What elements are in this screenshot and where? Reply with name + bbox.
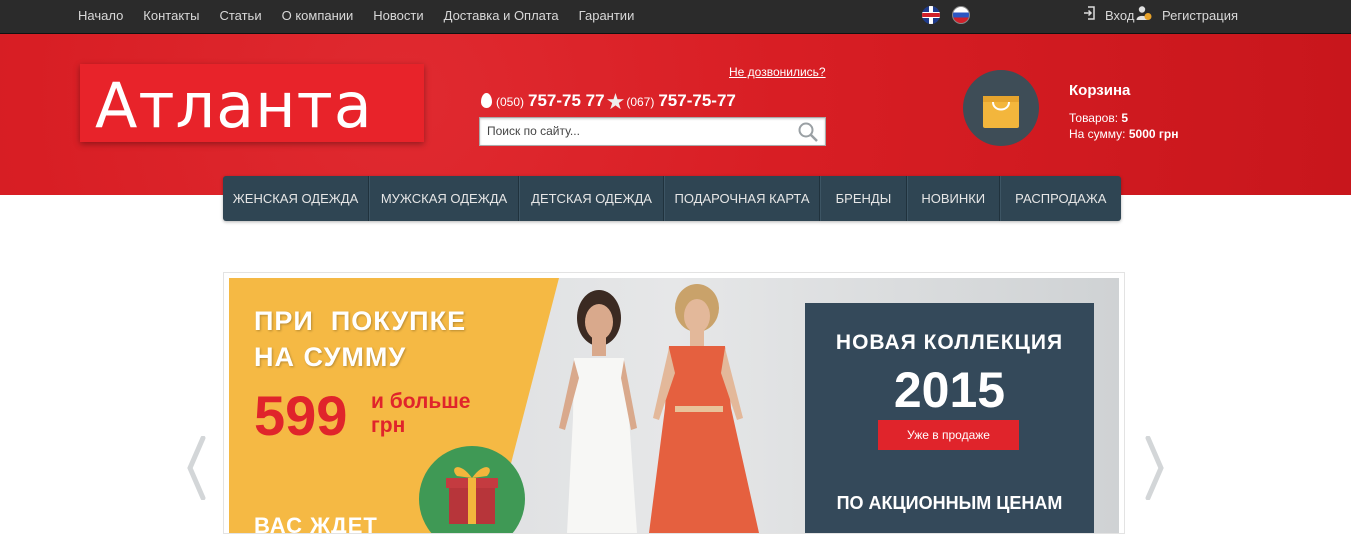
nav-brands[interactable]: БРЕНДЫ xyxy=(820,176,907,221)
operator-egg-icon xyxy=(481,93,492,108)
collection-year: 2015 xyxy=(893,362,1006,418)
promo-wait-text: ВАС ЖДЕТ xyxy=(254,513,378,533)
register-link[interactable]: Регистрация xyxy=(1162,8,1238,23)
top-nav-articles[interactable]: Статьи xyxy=(219,8,261,23)
promo-price: 599 xyxy=(254,384,348,447)
shopping-bag-icon xyxy=(983,96,1019,128)
phone1-number: 757-75 77 xyxy=(528,91,605,110)
slider-next-arrow-icon[interactable] xyxy=(1145,436,1165,500)
phone1-code: (050) xyxy=(496,95,525,109)
logo-text: Атланта xyxy=(95,69,373,142)
promo-line1: ПРИ ПОКУПКЕ xyxy=(254,306,467,336)
promo-prices-text: ПО АКЦИОННЫМ ЦЕНАМ xyxy=(836,493,1063,513)
banner-image: ПРИ ПОКУПКЕ НА СУММУ 599 и больше грн ВА… xyxy=(229,278,1119,533)
search-box xyxy=(479,117,826,146)
cart-sum-label: На сумму: xyxy=(1069,127,1126,141)
login-link[interactable]: Вход xyxy=(1105,8,1134,23)
operator-star-icon: ★ xyxy=(605,89,626,114)
search-icon[interactable] xyxy=(797,121,819,143)
gift-box-icon xyxy=(446,467,498,524)
nav-gift-card[interactable]: ПОДАРОЧНАЯ КАРТА xyxy=(664,176,821,221)
gift-circle xyxy=(419,446,525,533)
collection-panel: НОВАЯ КОЛЛЕКЦИЯ 2015 Уже в продаже ПО АК… xyxy=(805,303,1094,533)
callback-link[interactable]: Не дозвонились? xyxy=(729,65,826,79)
nav-new[interactable]: НОВИНКИ xyxy=(906,176,1000,221)
nav-men[interactable]: МУЖСКАЯ ОДЕЖДА xyxy=(369,176,520,221)
phone2-code: (067) xyxy=(626,95,655,109)
top-nav-delivery[interactable]: Доставка и Оплата xyxy=(444,8,559,23)
cart-items-label: Товаров: xyxy=(1069,111,1119,125)
promo-price-suffix1: и больше xyxy=(371,390,471,413)
site-logo[interactable]: Атланта xyxy=(80,64,424,142)
register-user-icon[interactable] xyxy=(1136,5,1152,21)
top-nav: Начало Контакты Статьи О компании Новост… xyxy=(78,8,654,23)
promo-heading: ПРИ ПОКУПКЕ НА СУММУ xyxy=(254,303,466,375)
nav-sale[interactable]: РАСПРОДАЖА xyxy=(999,176,1121,221)
top-bar: Начало Контакты Статьи О компании Новост… xyxy=(0,0,1351,34)
top-nav-about[interactable]: О компании xyxy=(282,8,354,23)
cart-title[interactable]: Корзина xyxy=(1069,82,1130,99)
en-flag-icon[interactable] xyxy=(922,6,940,24)
cart-sum: На сумму: 5000 грн xyxy=(1069,127,1178,141)
promo-line2: НА СУММУ xyxy=(254,342,407,372)
phone-numbers: (050) 757-75 77 ★ (067) 757-75-77 xyxy=(481,86,736,114)
promo-banner[interactable]: ПРИ ПОКУПКЕ НА СУММУ 599 и больше грн ВА… xyxy=(223,272,1125,534)
login-icon[interactable] xyxy=(1083,6,1095,20)
nav-women[interactable]: ЖЕНСКАЯ ОДЕЖДА xyxy=(223,176,370,221)
models-photo xyxy=(559,284,759,533)
collection-title: НОВАЯ КОЛЛЕКЦИЯ xyxy=(835,331,1064,354)
main-nav: ЖЕНСКАЯ ОДЕЖДА МУЖСКАЯ ОДЕЖДА ДЕТСКАЯ ОД… xyxy=(223,176,1121,221)
cart-items: Товаров: 5 xyxy=(1069,111,1128,125)
nav-kids[interactable]: ДЕТСКАЯ ОДЕЖДА xyxy=(519,176,665,221)
on-sale-button[interactable]: Уже в продаже xyxy=(878,420,1019,450)
top-nav-warranty[interactable]: Гарантии xyxy=(579,8,635,23)
promo-price-suffix: и больше грн xyxy=(371,390,470,438)
phone2-number: 757-75-77 xyxy=(658,91,736,110)
promo-price-suffix2: грн xyxy=(371,414,406,437)
top-nav-contacts[interactable]: Контакты xyxy=(143,8,199,23)
cart-button[interactable] xyxy=(963,70,1039,146)
slider-prev-arrow-icon[interactable] xyxy=(186,436,206,500)
cart-items-count: 5 xyxy=(1121,111,1129,125)
top-nav-home[interactable]: Начало xyxy=(78,8,123,23)
cart-sum-value: 5000 грн xyxy=(1128,127,1179,141)
top-nav-news[interactable]: Новости xyxy=(373,8,423,23)
search-input[interactable] xyxy=(485,123,789,139)
ru-flag-icon[interactable] xyxy=(952,6,970,24)
